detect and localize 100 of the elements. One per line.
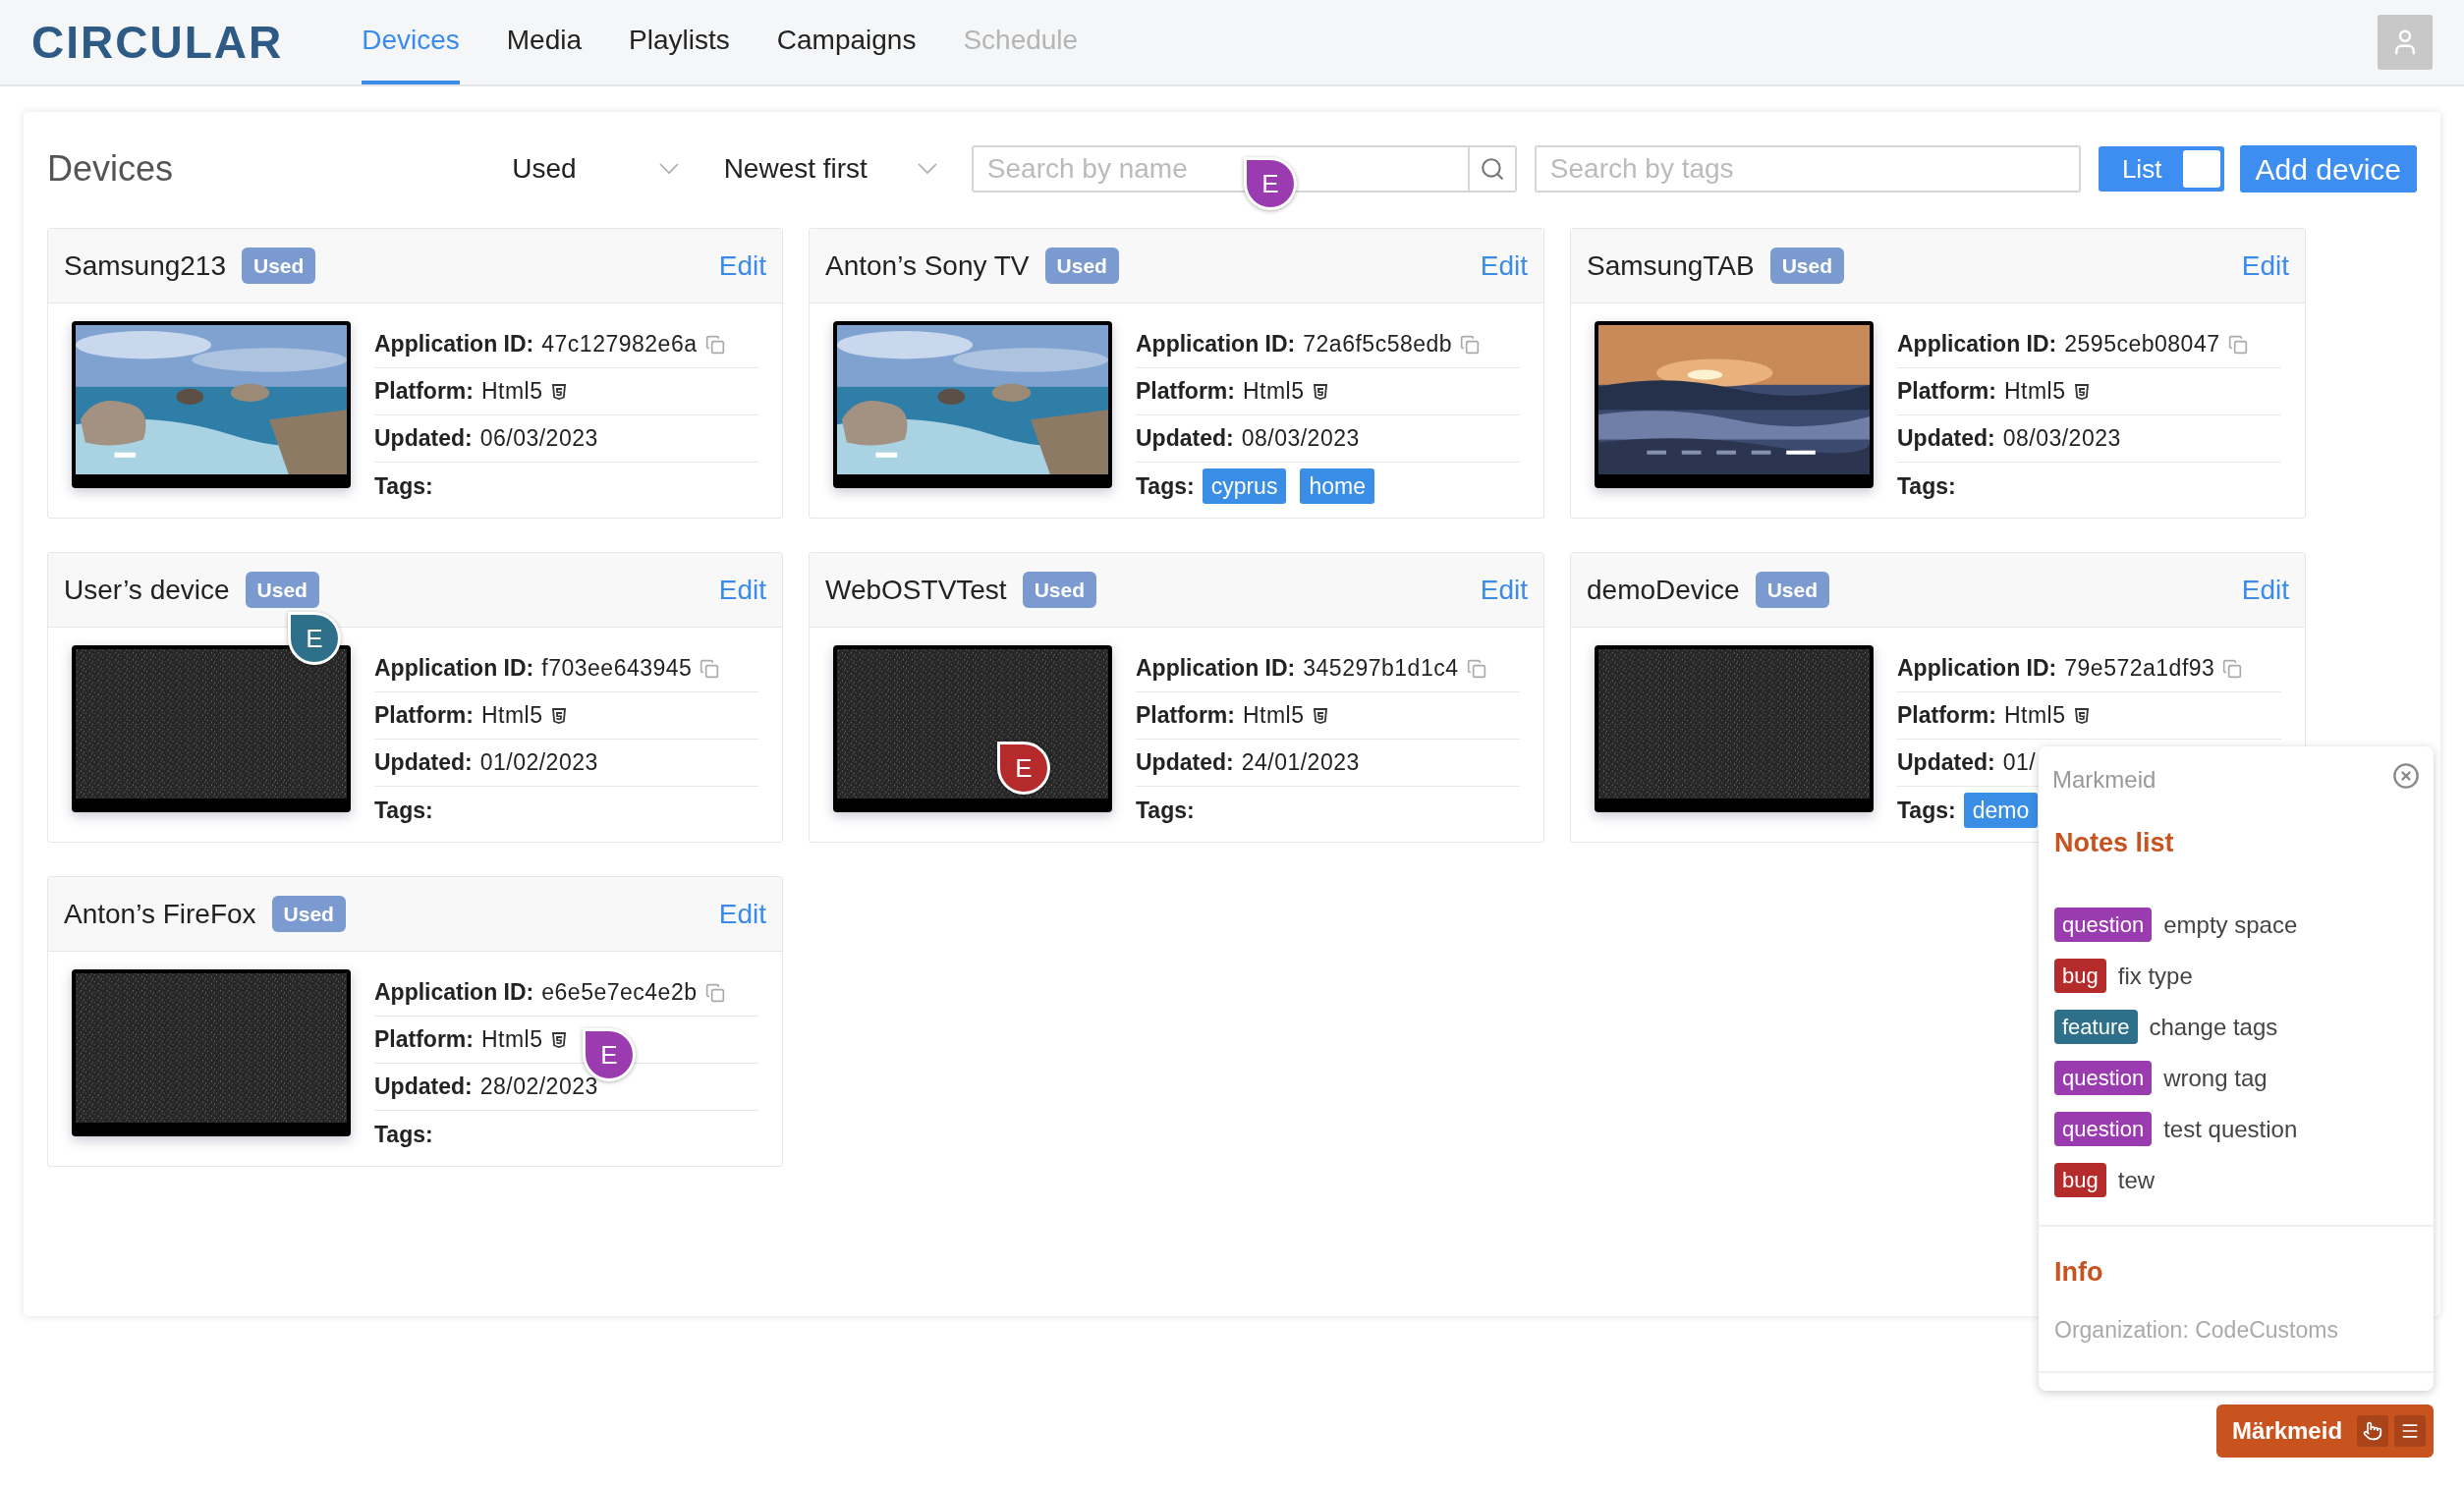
copy-icon[interactable] (704, 334, 725, 355)
notes-heading: Notes list (2053, 827, 2175, 859)
field-label: Updated: (1136, 748, 1234, 778)
field-value: 72a6f5c58edb (1303, 330, 1453, 359)
html5-icon (550, 706, 567, 725)
copy-icon[interactable] (704, 982, 725, 1003)
note-text[interactable]: fix type (2117, 958, 2193, 994)
html5-icon (550, 1030, 567, 1049)
search-button[interactable] (1469, 145, 1517, 193)
panel-title: Markmeid (2052, 765, 2156, 795)
edit-link[interactable]: Edit (718, 893, 766, 935)
edit-link[interactable]: Edit (2241, 569, 2289, 611)
tag: home (1300, 468, 1374, 505)
field-value: Html5 (480, 1025, 543, 1055)
field-value: e6e5e7ec4e2b (541, 978, 698, 1008)
info-heading: Info (2053, 1255, 2104, 1289)
status-badge: Used (1044, 247, 1119, 285)
filter-dropdown[interactable]: Used (512, 148, 699, 190)
device-name: User’s device (64, 573, 230, 607)
view-toggle[interactable]: List (2098, 146, 2224, 192)
user-avatar-button[interactable] (2378, 15, 2433, 70)
field-label: Tags: (1897, 796, 1956, 825)
pointer-button[interactable] (2357, 1415, 2388, 1447)
copy-icon[interactable] (2222, 658, 2243, 679)
field-value: Html5 (2003, 377, 2066, 407)
menu-button[interactable] (2394, 1415, 2426, 1447)
field-value: 2595ceb08047 (2064, 330, 2220, 359)
pointer-icon (2363, 1421, 2382, 1441)
field-label: Updated: (1136, 424, 1234, 454)
field-value: 08/03/2023 (2002, 424, 2121, 454)
field-value: Html5 (480, 377, 543, 407)
html5-icon (550, 382, 567, 401)
status-badge: Used (1022, 571, 1096, 609)
copy-icon[interactable] (2227, 334, 2248, 355)
logo: CIRCULAR (31, 15, 284, 70)
html5-icon (2073, 706, 2090, 725)
note-tag: feature (2054, 1010, 2138, 1044)
field-value: f703ee643945 (541, 654, 693, 684)
status-badge: Used (1755, 571, 1829, 609)
field-label: Platform: (374, 377, 474, 407)
note-text[interactable]: tew (2117, 1162, 2156, 1198)
note-text[interactable]: empty space (2163, 907, 2298, 943)
note-text[interactable]: wrong tag (2163, 1060, 2268, 1096)
device-name: Anton’s FireFox (64, 897, 256, 931)
nav-tab[interactable]: Media (506, 0, 583, 84)
tag: demo (1963, 792, 2039, 829)
close-icon[interactable] (2392, 762, 2420, 790)
field-label: Platform: (374, 701, 474, 731)
field-label: Application ID: (1136, 654, 1296, 684)
device-name: Samsung213 (64, 248, 226, 283)
edit-link[interactable]: Edit (718, 245, 766, 287)
nav-tab[interactable]: Campaigns (776, 0, 917, 84)
device-name: Anton’s Sony TV (825, 248, 1030, 283)
copy-icon[interactable] (1460, 334, 1481, 355)
markmeid-label[interactable]: Märkmeid (2232, 1413, 2351, 1449)
note-tag: bug (2054, 959, 2106, 993)
tag: cyprus (1202, 468, 1287, 505)
note-text[interactable]: test question (2163, 1111, 2298, 1147)
field-label: Application ID: (1897, 654, 2057, 684)
html5-icon (2073, 382, 2090, 401)
nav-tab[interactable]: Devices (362, 0, 460, 84)
note-text[interactable]: change tags (2149, 1009, 2278, 1045)
edit-link[interactable]: Edit (1480, 569, 1528, 611)
status-badge: Used (245, 571, 319, 609)
note-tag: question (2054, 908, 2153, 942)
device-name: demoDevice (1587, 573, 1740, 607)
field-label: Tags: (374, 471, 433, 501)
note-tag: bug (2054, 1163, 2106, 1197)
field-label: Updated: (374, 1073, 473, 1102)
edit-link[interactable]: Edit (1480, 245, 1528, 287)
html5-icon (1312, 382, 1328, 401)
field-label: Application ID: (374, 654, 534, 684)
field-label: Application ID: (1897, 330, 2057, 359)
html5-icon (1312, 706, 1328, 725)
status-badge: Used (1769, 247, 1845, 285)
edit-link[interactable]: Edit (2241, 245, 2289, 287)
field-value: 01/ (2002, 748, 2037, 778)
device-name: WebOSTVTest (825, 573, 1007, 607)
field-label: Tags: (1897, 471, 1956, 501)
add-device-button[interactable]: Add device (2239, 145, 2417, 193)
tag-search-field[interactable]: Search by tags (1534, 145, 2081, 193)
field-label: Platform: (1897, 701, 1996, 731)
edit-link[interactable]: Edit (718, 569, 766, 611)
field-label: Application ID: (374, 330, 534, 359)
field-label: Tags: (374, 1120, 433, 1149)
status-badge: Used (242, 247, 316, 285)
status-badge: Used (271, 895, 346, 933)
chevron-icon (658, 163, 679, 175)
field-label: Updated: (374, 748, 473, 778)
field-value: 79e572a1df93 (2064, 654, 2215, 684)
field-value: Html5 (2003, 701, 2066, 731)
field-label: Tags: (1136, 796, 1195, 825)
field-label: Updated: (1897, 748, 1995, 778)
copy-icon[interactable] (1466, 658, 1486, 679)
sort-dropdown[interactable]: Newest first (723, 148, 937, 190)
copy-icon[interactable] (700, 658, 720, 679)
field-label: Platform: (1897, 377, 1996, 407)
field-label: Updated: (1897, 424, 1995, 454)
field-label: Updated: (374, 424, 473, 454)
nav-tab[interactable]: Playlists (629, 0, 730, 84)
